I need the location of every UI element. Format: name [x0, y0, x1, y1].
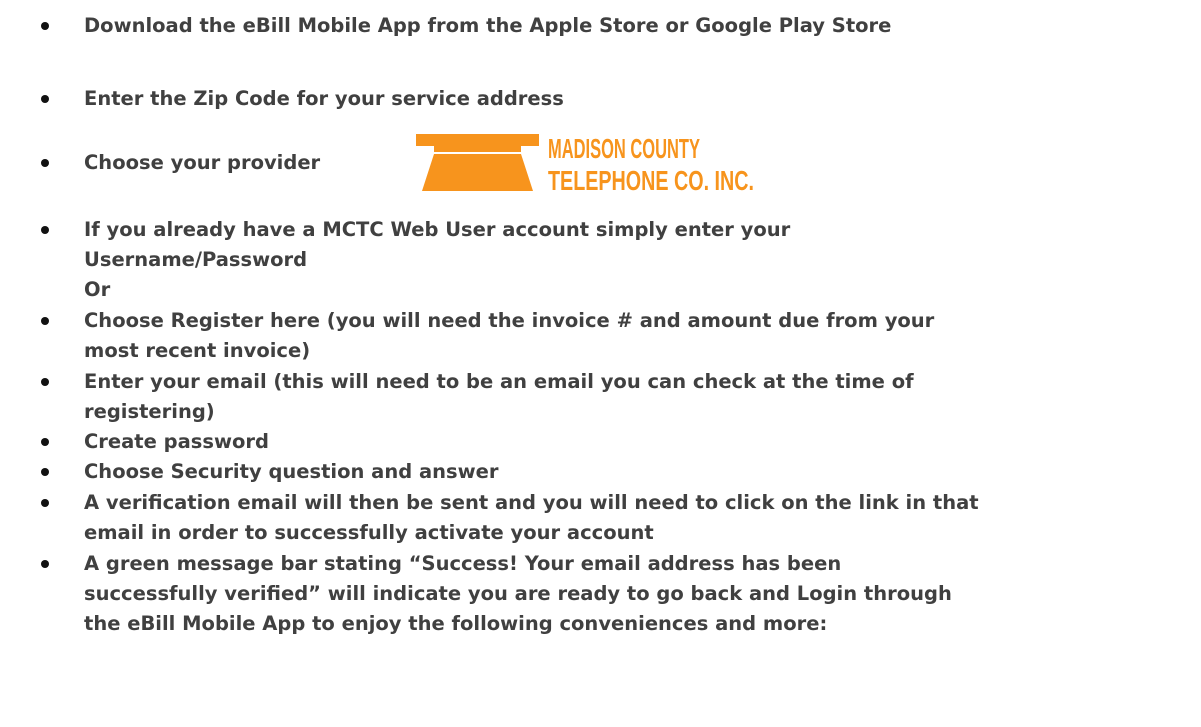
bullet-icon — [41, 438, 49, 446]
step-line: Username/Password — [84, 248, 308, 271]
step-text: Enter your email (this will need to be a… — [84, 367, 1191, 427]
step-text: Create password — [84, 427, 1191, 457]
bullet-icon — [41, 226, 49, 234]
logo-line-2: TELEPHONE CO. INC. — [548, 165, 754, 192]
step-text: A verification email will then be sent a… — [84, 488, 1191, 548]
step-text: If you already have a MCTC Web User acco… — [84, 215, 1191, 305]
step-line: most recent invoice) — [84, 339, 311, 362]
logo-line-1: MADISON COUNTY — [548, 133, 700, 164]
step-line: the eBill Mobile App to enjoy the follow… — [84, 612, 828, 635]
bullet-icon — [41, 317, 49, 325]
step-line: Choose Security question and answer — [84, 460, 499, 483]
telephone-logo-icon: MADISON COUNTY TELEPHONE CO. INC. — [416, 133, 754, 196]
step-line: Or — [84, 278, 111, 301]
bullet-icon — [41, 95, 49, 103]
step-text: Choose Security question and answer — [84, 457, 1191, 487]
logo-handset-shape — [416, 134, 539, 152]
step-line: A verification email will then be sent a… — [84, 491, 979, 514]
bullet-icon — [41, 22, 49, 30]
bullet-icon — [41, 560, 49, 568]
step-line: Enter the Zip Code for your service addr… — [84, 87, 564, 110]
step-text: Enter the Zip Code for your service addr… — [84, 84, 1191, 114]
logo-base-shape — [422, 154, 533, 191]
madison-county-telephone-logo: MADISON COUNTY TELEPHONE CO. INC. — [408, 132, 768, 196]
instructions-page: Download the eBill Mobile App from the A… — [0, 0, 1201, 727]
bullet-icon — [41, 468, 49, 476]
step-line: Download the eBill Mobile App from the A… — [84, 14, 892, 37]
step-text: Download the eBill Mobile App from the A… — [84, 11, 1191, 41]
step-line: A green message bar stating “Success! Yo… — [84, 552, 842, 575]
step-line: successfully verified” will indicate you… — [84, 582, 952, 605]
step-text: Choose Register here (you will need the … — [84, 306, 1191, 366]
step-text: A green message bar stating “Success! Yo… — [84, 549, 1191, 639]
step-line: Enter your email (this will need to be a… — [84, 370, 914, 393]
bullet-icon — [41, 378, 49, 386]
step-line: Choose Register here (you will need the … — [84, 309, 935, 332]
step-line: Create password — [84, 430, 269, 453]
step-line: If you already have a MCTC Web User acco… — [84, 218, 791, 241]
step-line: registering) — [84, 400, 215, 423]
bullet-icon — [41, 159, 49, 167]
bullet-icon — [41, 499, 49, 507]
step-line: email in order to successfully activate … — [84, 521, 654, 544]
